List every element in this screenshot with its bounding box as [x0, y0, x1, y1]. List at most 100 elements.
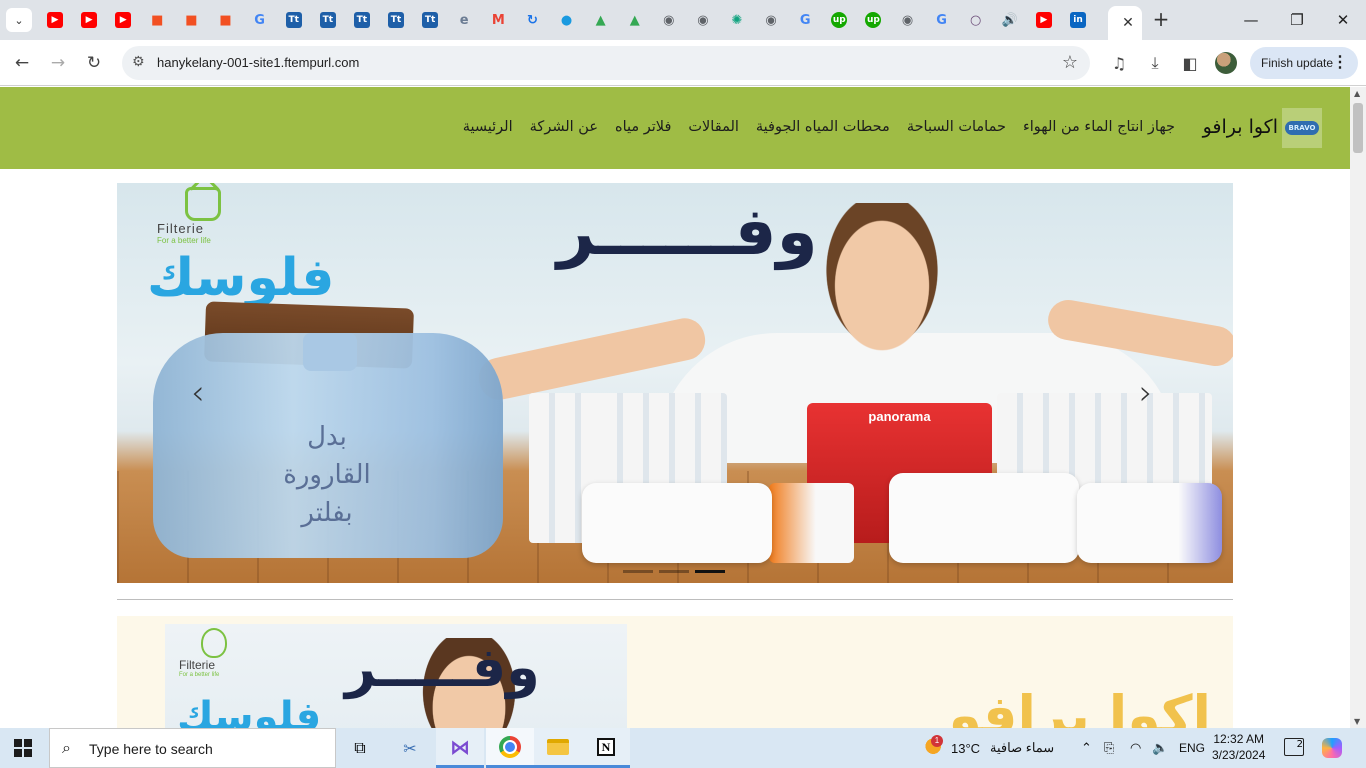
bookmark-star-icon[interactable]: ☆ — [1062, 52, 1078, 73]
browser-tab[interactable]: e — [447, 6, 481, 34]
carousel-next-button[interactable]: › — [1139, 373, 1153, 413]
site-logo[interactable]: BRAVO — [1282, 108, 1322, 148]
tab-strip: ⌄ ▶ ▶ ▶ ■ ■ ■ G Tt Tt Tt Tt Tt e M ↻ ● ▲ ▲ ◉ ◉ ✺ ◉ Gup up ◉ G ○ 🔊 ▶ i… — [0, 0, 1366, 40]
close-window-button[interactable]: ✕ — [1320, 0, 1366, 40]
active-tab[interactable]: ✕ — [1108, 6, 1142, 40]
copilot-icon[interactable] — [1322, 728, 1342, 768]
restore-button[interactable]: ❐ — [1274, 0, 1320, 40]
download-icon[interactable]: ⤓ — [1143, 51, 1167, 75]
back-arrow-icon: ← — [14, 53, 30, 73]
forward-button[interactable]: → — [44, 49, 72, 77]
browser-tab[interactable]: ▶ — [1027, 6, 1061, 34]
chatgpt-icon: ✺ — [731, 12, 743, 28]
browser-tab[interactable]: ■ — [140, 6, 174, 34]
menu-item-air-water-generator[interactable]: جهاز انتاج الماء من الهواء — [1023, 119, 1175, 135]
notion-button[interactable]: N — [582, 728, 630, 768]
windows-start-icon[interactable] — [14, 739, 32, 757]
hero-carousel[interactable]: وفــــــر Filterie For a better life فلو… — [117, 183, 1233, 583]
browser-tab[interactable]: ▶ — [106, 6, 140, 34]
show-hidden-icons[interactable]: ⌃ — [1081, 728, 1092, 768]
browser-tab[interactable]: up — [822, 6, 856, 34]
menu-item-articles[interactable]: المقالات — [688, 119, 739, 135]
scroll-up-icon[interactable]: ▲ — [1354, 89, 1360, 98]
browser-tab[interactable]: ▶ — [38, 6, 72, 34]
wifi-icon[interactable]: ◠ — [1130, 728, 1141, 768]
browser-tab[interactable]: G — [788, 6, 822, 34]
notification-center-icon[interactable]: 2 — [1284, 738, 1304, 756]
browser-tab[interactable]: Tt — [345, 6, 379, 34]
browser-tab[interactable]: in — [1061, 6, 1095, 34]
file-explorer-button[interactable] — [534, 728, 582, 768]
taskbar-clock[interactable]: 12:32 AM 3/23/2024 — [1212, 731, 1265, 763]
refresh-app-icon: ↻ — [526, 12, 538, 28]
temperature[interactable]: 13°C — [951, 728, 980, 768]
menu-item-about[interactable]: عن الشركة — [530, 119, 598, 135]
blue-circle-icon: ● — [560, 12, 573, 28]
minimize-button[interactable]: — — [1228, 0, 1274, 40]
side-panel-icon[interactable]: ◧ — [1178, 51, 1202, 75]
red-unit-label: panorama — [868, 409, 931, 424]
weather-text[interactable]: سماء صافية — [990, 728, 1054, 768]
browser-tab[interactable]: ▶ — [72, 6, 106, 34]
language-indicator[interactable]: ENG — [1179, 728, 1205, 768]
tt-icon: Tt — [353, 12, 370, 28]
browser-tab[interactable]: Tt — [277, 6, 311, 34]
menu-item-home[interactable]: الرئيسية — [463, 119, 513, 135]
menu-item-groundwater-stations[interactable]: محطات المياه الجوفية — [756, 119, 890, 135]
taskbar-search-box[interactable]: ⌕ Type here to search — [49, 728, 336, 768]
browser-tab[interactable]: ✺ — [720, 6, 754, 34]
chrome-taskbar-button[interactable] — [486, 728, 534, 768]
media-control-icon[interactable]: ♫ — [1107, 51, 1131, 75]
browser-tab[interactable]: ↻ — [515, 6, 549, 34]
browser-tab[interactable]: 🔊 — [993, 6, 1027, 34]
profile-avatar[interactable] — [1215, 52, 1237, 74]
url-text[interactable]: hanykelany-001-site1.ftempurl.com — [157, 55, 359, 70]
chrome-gray-icon: ◉ — [901, 12, 914, 28]
new-tab-button[interactable]: + — [1148, 8, 1174, 32]
carousel-indicator-1[interactable] — [623, 570, 653, 573]
browser-tab[interactable]: Tt — [413, 6, 447, 34]
browser-tab[interactable]: ○ — [959, 6, 993, 34]
finish-update-button[interactable]: Finish update ⋮ — [1250, 47, 1358, 79]
network-adapter-icon[interactable]: ⎘ — [1104, 728, 1114, 768]
browser-tab[interactable]: ■ — [174, 6, 208, 34]
browser-tab[interactable]: up — [856, 6, 890, 34]
notion-icon: N — [597, 737, 615, 756]
snipping-tool-button[interactable]: ✂ — [386, 728, 434, 768]
address-bar[interactable]: ⚙ hanykelany-001-site1.ftempurl.com ☆ — [122, 46, 1090, 80]
browser-tab[interactable]: ◉ — [686, 6, 720, 34]
browser-tab[interactable]: M — [481, 6, 515, 34]
browser-tab[interactable]: ◉ — [754, 6, 788, 34]
volume-icon[interactable]: 🔈 — [1152, 728, 1168, 768]
browser-tab[interactable]: ◉ — [891, 6, 925, 34]
menu-item-water-filters[interactable]: فلاتر مياه — [615, 119, 671, 135]
more-menu-icon[interactable]: ⋮ — [1332, 52, 1348, 72]
browser-tab[interactable]: G — [925, 6, 959, 34]
site-brand[interactable]: اكوا برافو — [1203, 116, 1278, 138]
scroll-thumb[interactable] — [1353, 103, 1363, 153]
site-navbar: BRAVO اكوا برافو الرئيسية عن الشركة فلات… — [0, 87, 1350, 169]
browser-tab[interactable]: ■ — [209, 6, 243, 34]
browser-tab[interactable]: Tt — [379, 6, 413, 34]
tab-search-button[interactable]: ⌄ — [6, 8, 32, 32]
carousel-indicator-3[interactable] — [695, 570, 725, 573]
browser-tab[interactable]: ◉ — [652, 6, 686, 34]
task-view-button[interactable]: ⧉ — [336, 728, 384, 768]
microsoft-icon: ■ — [151, 12, 164, 28]
browser-tab[interactable]: ▲ — [618, 6, 652, 34]
scroll-down-icon[interactable]: ▼ — [1354, 717, 1360, 726]
carousel-indicator-2[interactable] — [659, 570, 689, 573]
close-tab-icon[interactable]: ✕ — [1122, 15, 1134, 31]
visual-studio-button[interactable]: ⋈ — [436, 728, 484, 768]
browser-tab[interactable]: ● — [550, 6, 584, 34]
reload-button[interactable]: ↻ — [80, 49, 108, 77]
browser-tab[interactable]: ▲ — [584, 6, 618, 34]
menu-item-swimming-pools[interactable]: حمامات السباحة — [907, 119, 1006, 135]
back-button[interactable]: ← — [8, 49, 36, 77]
browser-tab[interactable]: Tt — [311, 6, 345, 34]
browser-tab[interactable]: G — [243, 6, 277, 34]
about-image-headline: وفـــــر — [345, 636, 540, 699]
carousel-prev-button[interactable]: ‹ — [191, 373, 205, 413]
site-settings-icon[interactable]: ⚙ — [132, 54, 145, 70]
page-scrollbar[interactable]: ▲ ▼ — [1350, 87, 1366, 728]
